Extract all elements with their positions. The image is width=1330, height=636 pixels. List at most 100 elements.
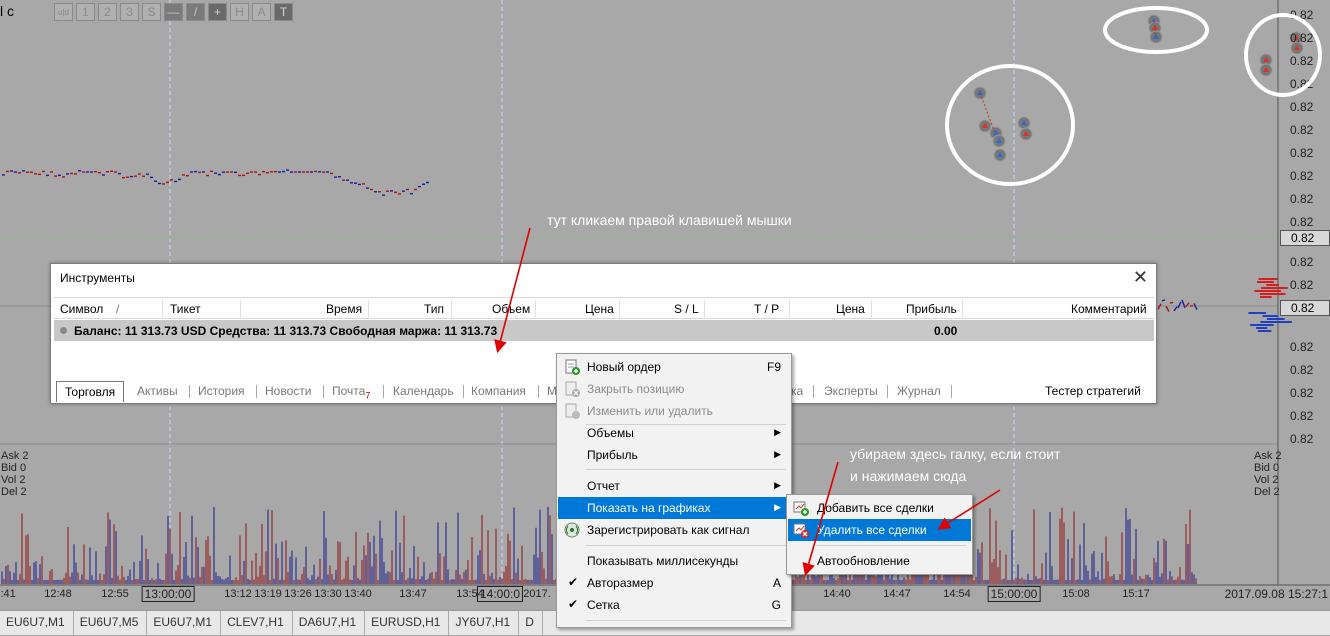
tab-calendar[interactable]: Календарь [393, 384, 454, 398]
col-price[interactable]: Цена [585, 302, 614, 316]
toolbar-s-button[interactable]: S [142, 3, 161, 21]
balance-row[interactable]: Баланс: 11 313.73 USD Средства: 11 313.7… [54, 320, 1154, 341]
menu-show-milliseconds[interactable]: Показывать миллисекунды [558, 550, 790, 572]
tab-mail[interactable]: Почта7 [332, 384, 370, 400]
tab-strategy-tester[interactable]: Тестер стратегий [1045, 384, 1141, 398]
col-tp[interactable]: T / P [754, 302, 779, 316]
symbol-tab[interactable]: EURUSD,H1 [365, 611, 449, 636]
toolbar-3-button[interactable]: 3 [120, 3, 139, 21]
tab-library[interactable]: ка [791, 384, 803, 398]
stat-bid: Bid 0 [1254, 462, 1282, 474]
menu-shortcut: F9 [767, 360, 781, 374]
close-position-icon [564, 381, 580, 397]
menu-volumes[interactable]: Объемы ▶ [558, 422, 790, 444]
price-label: 0.82 [1280, 54, 1330, 68]
column-divider [368, 300, 369, 317]
col-price2[interactable]: Цена [836, 302, 865, 316]
column-divider [962, 300, 963, 317]
depth-ask-bar [1259, 278, 1278, 280]
toolbar-crosshair-button[interactable]: + [208, 3, 227, 21]
column-divider [535, 300, 536, 317]
menu-register-signal[interactable]: Зарегистрировать как сигнал [558, 519, 790, 541]
toolbar-1-button[interactable]: 1 [76, 3, 95, 21]
submenu-arrow-icon: ▶ [774, 427, 781, 438]
symbol-tab[interactable]: EU6U7,M5 [74, 611, 148, 636]
tab-company[interactable]: Компания [471, 384, 526, 398]
tab-journal[interactable]: Журнал [897, 384, 941, 398]
symbol-tab[interactable]: EU6U7,M1 [147, 611, 221, 636]
menu-shortcut: G [772, 598, 781, 612]
price-tick [1174, 307, 1177, 311]
column-divider [451, 300, 452, 317]
toolbar-h-button[interactable]: H [230, 3, 249, 21]
price-label: 0.82 [1280, 432, 1330, 446]
toolbar-2-button[interactable]: 2 [98, 3, 117, 21]
time-label: 12:41 [0, 588, 16, 600]
time-label-boxed: 13:00:00 [142, 586, 195, 602]
price-label: 0.82 [1280, 31, 1330, 45]
menu-profit[interactable]: Прибыль ▶ [558, 444, 790, 466]
col-sl[interactable]: S / L [674, 302, 699, 316]
tab-assets[interactable]: Активы [137, 384, 178, 398]
col-profit[interactable]: Прибыль [906, 302, 957, 316]
menu-close-position[interactable]: Закрыть позицию [558, 378, 790, 400]
time-label: 15:08 [1062, 588, 1090, 600]
stat-del: Del 2 [1254, 486, 1282, 498]
menu-remove-all-deals[interactable]: Удалить все сделки [788, 519, 971, 541]
toolbar-ud-button[interactable]: u|d [54, 3, 73, 21]
menu-label: Удалить все сделки [817, 523, 927, 537]
new-order-icon [564, 359, 580, 375]
col-symbol[interactable]: Символ [60, 302, 103, 316]
price-label: 0.82 [1280, 340, 1330, 354]
mail-count-badge: 7 [365, 390, 370, 400]
menu-new-order[interactable]: Новый ордер F9 [558, 356, 790, 378]
chart-toolbar: u|d 1 2 3 S — / + H A T [54, 3, 293, 21]
price-bid-label: 0.82 [1280, 300, 1330, 316]
close-icon[interactable]: ✕ [1133, 268, 1148, 286]
tab-experts[interactable]: Эксперты [824, 384, 878, 398]
menu-show-on-charts[interactable]: Показать на графиках ▶ [558, 497, 790, 519]
time-label: 2017. [523, 588, 551, 600]
stat-vol: Vol 2 [1, 474, 29, 486]
price-tick [1182, 300, 1185, 308]
tab-history[interactable]: История [198, 384, 245, 398]
symbol-tab[interactable]: CLEV7,H1 [221, 611, 293, 636]
menu-autosize[interactable]: ✔ Авторазмер A [558, 572, 790, 594]
col-type[interactable]: Тип [424, 302, 444, 316]
menu-auto-update[interactable]: Автообновление [788, 550, 971, 572]
price-label: 0.82 [1280, 100, 1330, 114]
depth-bid-bar [1250, 324, 1274, 326]
sort-icon: / [116, 302, 119, 316]
toolbar-trendline-button[interactable]: / [186, 3, 205, 21]
menu-add-all-deals[interactable]: Добавить все сделки [788, 497, 971, 519]
col-comment[interactable]: Комментарий [1071, 302, 1147, 316]
menu-label: Отчет [587, 479, 620, 493]
time-label: 13:12 [224, 588, 252, 600]
col-volume[interactable]: Объем [492, 302, 530, 316]
menu-grid[interactable]: ✔ Сетка G [558, 594, 790, 616]
toolbar-t-button[interactable]: T [274, 3, 293, 21]
menu-report[interactable]: Отчет ▶ [558, 475, 790, 497]
symbol-tab[interactable]: D [519, 611, 543, 636]
col-ticket[interactable]: Тикет [170, 302, 201, 316]
add-deals-icon [793, 500, 810, 516]
trade-table-header: Символ / Тикет Время Тип Объем Цена S / … [54, 297, 1154, 319]
price-label: 0.82 [1280, 278, 1330, 292]
col-time[interactable]: Время [326, 302, 362, 316]
toolbar-hline-button[interactable]: — [164, 3, 183, 21]
symbol-tab[interactable]: DA6U7,H1 [293, 611, 365, 636]
toolbar-a-button[interactable]: A [252, 3, 271, 21]
tab-divider [256, 385, 257, 398]
symbol-tab[interactable]: JY6U7,H1 [449, 611, 519, 636]
price-tick [1178, 302, 1181, 308]
remove-deals-icon [793, 522, 810, 538]
depth-ask-bar [1260, 296, 1272, 298]
show-on-charts-submenu: Добавить все сделки Удалить все сделки А… [786, 494, 973, 575]
tab-news[interactable]: Новости [265, 384, 311, 398]
price-tick [1162, 300, 1165, 301]
menu-modify-delete[interactable]: Изменить или удалить [558, 400, 790, 422]
tab-trade[interactable]: Торговля [56, 381, 124, 402]
menu-separator [586, 469, 786, 470]
symbol-tab[interactable]: EU6U7,M1 [0, 611, 74, 636]
menu-label: Сетка [587, 598, 620, 612]
